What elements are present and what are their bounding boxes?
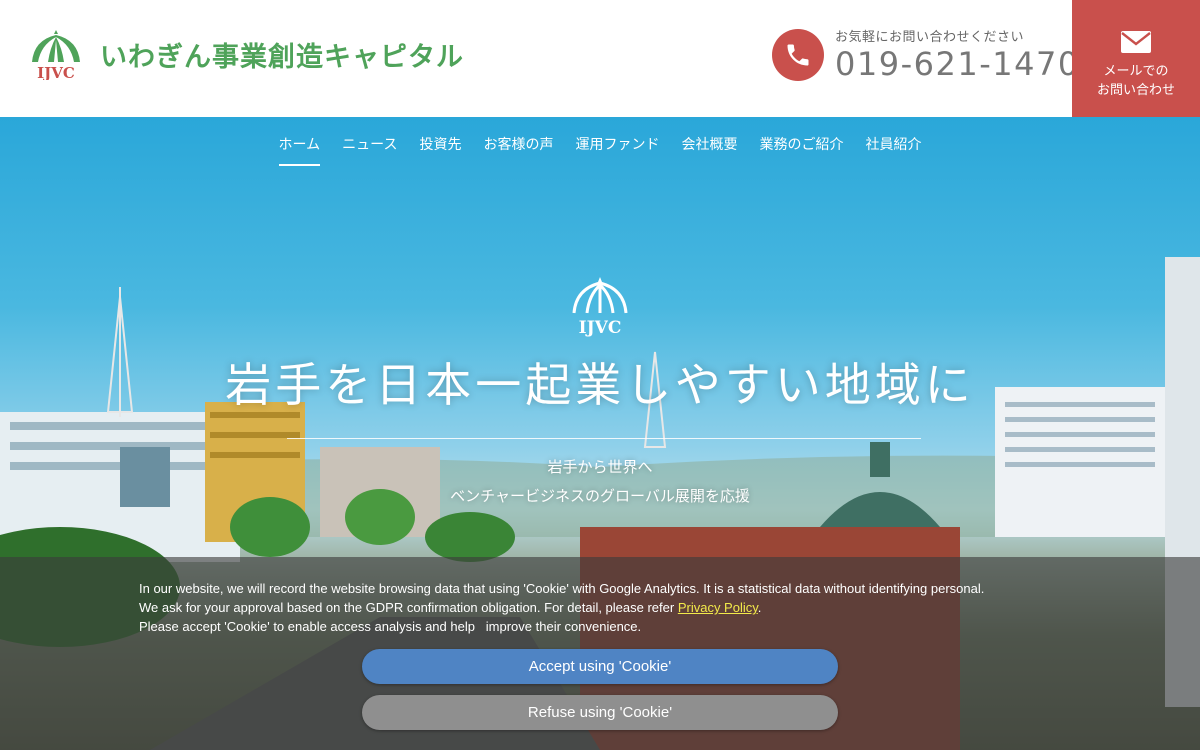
- mail-label-line2: お問い合わせ: [1096, 83, 1175, 98]
- phone-icon: [772, 28, 824, 81]
- phone-caption: お気軽にお問い合わせください: [835, 30, 1025, 45]
- cookie-line1: In our website, we will record the websi…: [139, 581, 985, 596]
- mail-label-line1: メールでの: [1103, 64, 1169, 79]
- accept-cookie-button[interactable]: Accept using 'Cookie': [362, 649, 838, 684]
- nav-item-customer-voices[interactable]: お客様の声: [483, 126, 553, 162]
- nav-item-company[interactable]: 会社概要: [681, 126, 737, 162]
- hero-title: 岩手を日本一起業しやすい地域に: [225, 358, 975, 412]
- mail-contact-button[interactable]: メールでの お問い合わせ: [1072, 0, 1200, 117]
- nav-item-funds[interactable]: 運用ファンド: [575, 126, 659, 162]
- cookie-line2-text: We ask for your approval based on the GD…: [139, 600, 678, 615]
- site-header: IJVC いわぎん事業創造キャピタル お気軽にお問い合わせください 019-62…: [0, 0, 1200, 117]
- dome-logo-icon: IJVC: [32, 30, 80, 80]
- nav-item-investments[interactable]: 投資先: [419, 126, 461, 162]
- cookie-message: In our website, we will record the websi…: [139, 579, 1079, 636]
- privacy-policy-link[interactable]: Privacy Policy: [678, 600, 758, 615]
- nav-item-services[interactable]: 業務のご紹介: [759, 126, 843, 162]
- site-logo[interactable]: IJVC いわぎん事業創造キャピタル: [28, 28, 464, 80]
- refuse-cookie-button[interactable]: Refuse using 'Cookie': [362, 695, 838, 730]
- logo-mark-text: IJVC: [37, 64, 75, 80]
- hero-dome-logo-icon: IJVC: [572, 277, 628, 337]
- envelope-icon: [1121, 31, 1151, 53]
- cookie-line2-end: .: [757, 600, 762, 615]
- hero-divider: [287, 438, 921, 439]
- hero-subtitle-line2: ベンチャービジネスのグローバル展開を応援: [450, 487, 750, 505]
- logo-text: いわぎん事業創造キャピタル: [100, 41, 464, 73]
- nav-item-home[interactable]: ホーム: [278, 126, 320, 166]
- main-navigation: ホーム ニュース 投資先 お客様の声 運用ファンド 会社概要 業務のご紹介 社員…: [0, 117, 1200, 171]
- cookie-consent-banner: In our website, we will record the websi…: [0, 557, 1200, 750]
- nav-item-staff[interactable]: 社員紹介: [865, 126, 921, 162]
- phone-contact[interactable]: お気軽にお問い合わせください 019-621-1470: [772, 26, 1080, 83]
- phone-number[interactable]: 019-621-1470: [835, 45, 1080, 83]
- cookie-line3: Please accept 'Cookie' to enable access …: [139, 619, 642, 634]
- nav-item-news[interactable]: ニュース: [342, 126, 397, 162]
- hero-logo-text: IJVC: [579, 318, 622, 337]
- hero-subtitle-line1: 岩手から世界へ: [547, 458, 653, 476]
